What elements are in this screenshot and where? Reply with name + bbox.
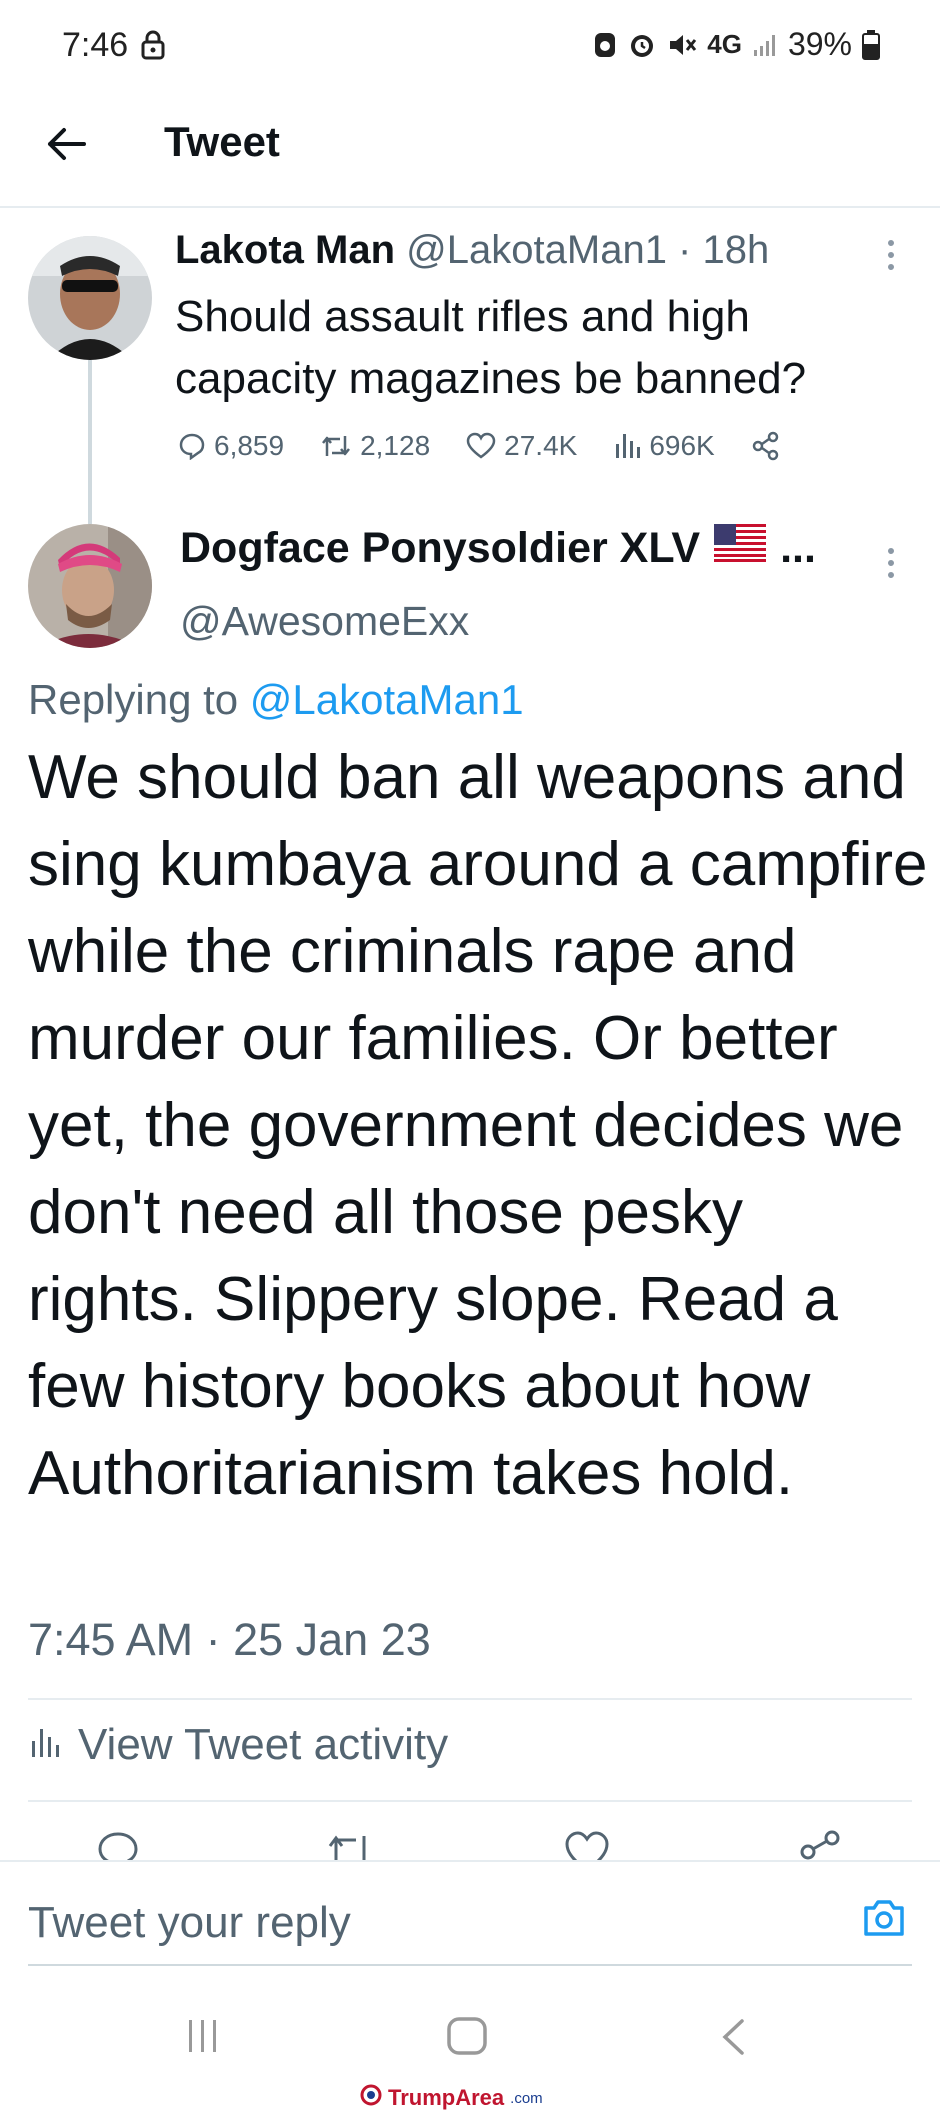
- views-icon: [613, 432, 641, 460]
- reply-input[interactable]: [28, 1890, 808, 1956]
- reply-author-name[interactable]: Dogface Ponysoldier XLV: [180, 524, 700, 573]
- reply-count: 6,859: [214, 430, 285, 461]
- page-title: Tweet: [164, 118, 280, 165]
- signal-icon: [752, 32, 778, 58]
- avatar-lakota-man[interactable]: [28, 236, 152, 360]
- composer-underline: [28, 1964, 912, 1966]
- back-arrow-icon[interactable]: [44, 122, 88, 166]
- like-action-icon[interactable]: [564, 1830, 610, 1862]
- original-tweet-text: Should assault rifles and high capacity …: [175, 292, 807, 403]
- watermark-domain: .com: [510, 2089, 543, 2107]
- header-divider: [0, 206, 940, 208]
- retweet-icon: [320, 432, 352, 460]
- retweet-action-icon[interactable]: [326, 1830, 374, 1862]
- reply-action-icon[interactable]: [96, 1830, 140, 1862]
- watermark-brand: TrumpArea: [388, 2085, 505, 2110]
- battery-percent: 39%: [787, 26, 852, 62]
- like-count: 27.4K: [504, 430, 578, 461]
- camera-icon[interactable]: [862, 1898, 906, 1943]
- tweet-author-line: Lakota Man @LakotaMan1 · 18h: [175, 228, 769, 273]
- tweet-timestamp: 7:45 AM · 25 Jan 23: [28, 1614, 431, 1665]
- views-stat[interactable]: 696K: [613, 430, 715, 462]
- name-truncation: ...: [780, 524, 816, 572]
- activity-divider: [28, 1800, 912, 1802]
- view-tweet-activity-link[interactable]: View Tweet activity: [30, 1720, 448, 1770]
- replying-mention-link[interactable]: @LakotaMan1: [250, 676, 524, 723]
- reply-author-line: Dogface Ponysoldier XLV ...: [180, 524, 816, 573]
- like-stat[interactable]: 27.4K: [466, 430, 577, 462]
- alarm-icon: [627, 30, 657, 60]
- recent-apps-icon[interactable]: [186, 2018, 220, 2059]
- replying-prefix: Replying to: [28, 676, 239, 723]
- status-icons: 4G 39%: [593, 26, 880, 63]
- reply-stat[interactable]: 6,859: [178, 430, 284, 462]
- tweet-stats-row: 6,859 2,128 27.4K 696K: [178, 430, 817, 462]
- activity-bars-icon: [30, 1720, 62, 1770]
- thread-connector-line: [88, 360, 92, 524]
- share-stat[interactable]: [751, 431, 781, 461]
- tweet-meta: @LakotaMan1 · 18h: [406, 228, 770, 272]
- share-icon: [751, 431, 781, 461]
- activity-label: View Tweet activity: [78, 1720, 449, 1769]
- avatar-dogface-ponysoldier[interactable]: [28, 524, 152, 648]
- reply-tweet-text: We should ban all weapons and sing kumba…: [28, 743, 928, 1508]
- retweet-stat[interactable]: 2,128: [320, 430, 430, 462]
- replying-to-line: Replying to @LakotaMan1: [28, 676, 524, 724]
- composer-top-border: [0, 1860, 940, 1862]
- more-options-icon[interactable]: [888, 548, 898, 584]
- mute-icon: [667, 30, 697, 60]
- tweet-actions-row: [0, 1822, 940, 1862]
- sync-icon: [593, 31, 617, 59]
- status-time: 7:46: [62, 26, 129, 64]
- tweet-author-name[interactable]: Lakota Man: [175, 228, 395, 272]
- timestamp-divider: [28, 1698, 912, 1700]
- heart-icon: [466, 432, 496, 460]
- lock-icon: [140, 30, 166, 65]
- watermark: TrumpArea .com: [360, 2084, 543, 2112]
- battery-icon: [862, 29, 880, 60]
- retweet-count: 2,128: [360, 430, 431, 461]
- network-label: 4G: [707, 29, 742, 59]
- reply-icon: [178, 432, 206, 460]
- watermark-logo-icon: [360, 2084, 382, 2112]
- share-action-icon[interactable]: [798, 1830, 844, 1862]
- more-options-icon[interactable]: [888, 240, 898, 276]
- us-flag-icon: [714, 524, 767, 573]
- home-icon[interactable]: [446, 2016, 488, 2061]
- views-count: 696K: [649, 430, 715, 461]
- system-back-icon[interactable]: [720, 2018, 746, 2061]
- reply-author-handle: @AwesomeExx: [180, 598, 470, 644]
